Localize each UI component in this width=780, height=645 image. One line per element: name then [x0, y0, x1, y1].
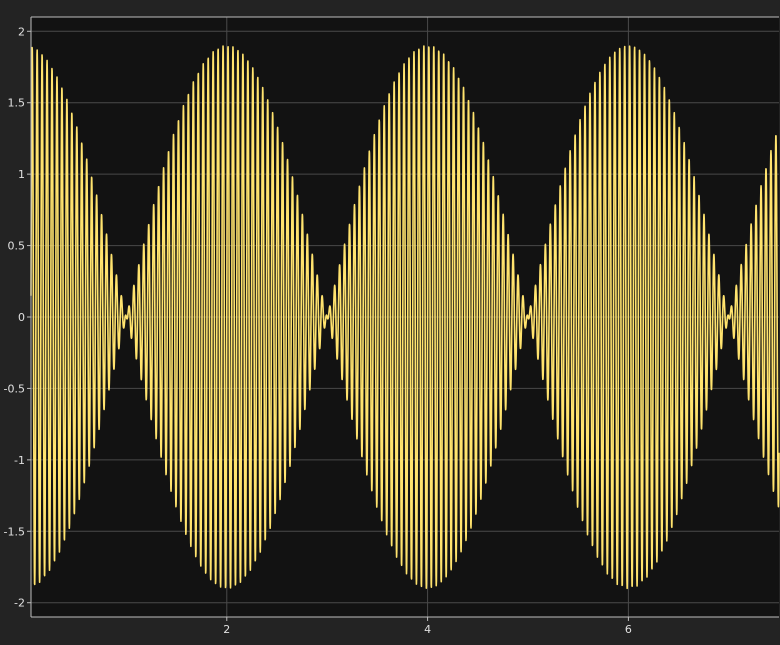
y-tick-label: 0	[18, 311, 25, 324]
x-tick-label: 4	[424, 623, 431, 636]
y-tick-label: 1	[18, 168, 25, 181]
y-tick-label: 0.5	[8, 240, 26, 253]
y-tick-label: -2	[14, 597, 25, 610]
chart-container: 2 4 6 2 1.5 1 0.5 0 -0.5 -1 -1.5 -2	[0, 0, 780, 641]
y-tick-label: -1	[14, 454, 25, 467]
x-tick-label: 2	[223, 623, 230, 636]
y-tick-label: -1.5	[4, 525, 25, 538]
y-tick-label: -0.5	[4, 382, 25, 395]
y-tick-label: 1.5	[8, 97, 26, 110]
beat-signal-chart: 2 4 6 2 1.5 1 0.5 0 -0.5 -1 -1.5 -2	[4, 16, 780, 636]
x-tick-label: 6	[625, 623, 632, 636]
y-tick-label: 2	[18, 25, 25, 38]
